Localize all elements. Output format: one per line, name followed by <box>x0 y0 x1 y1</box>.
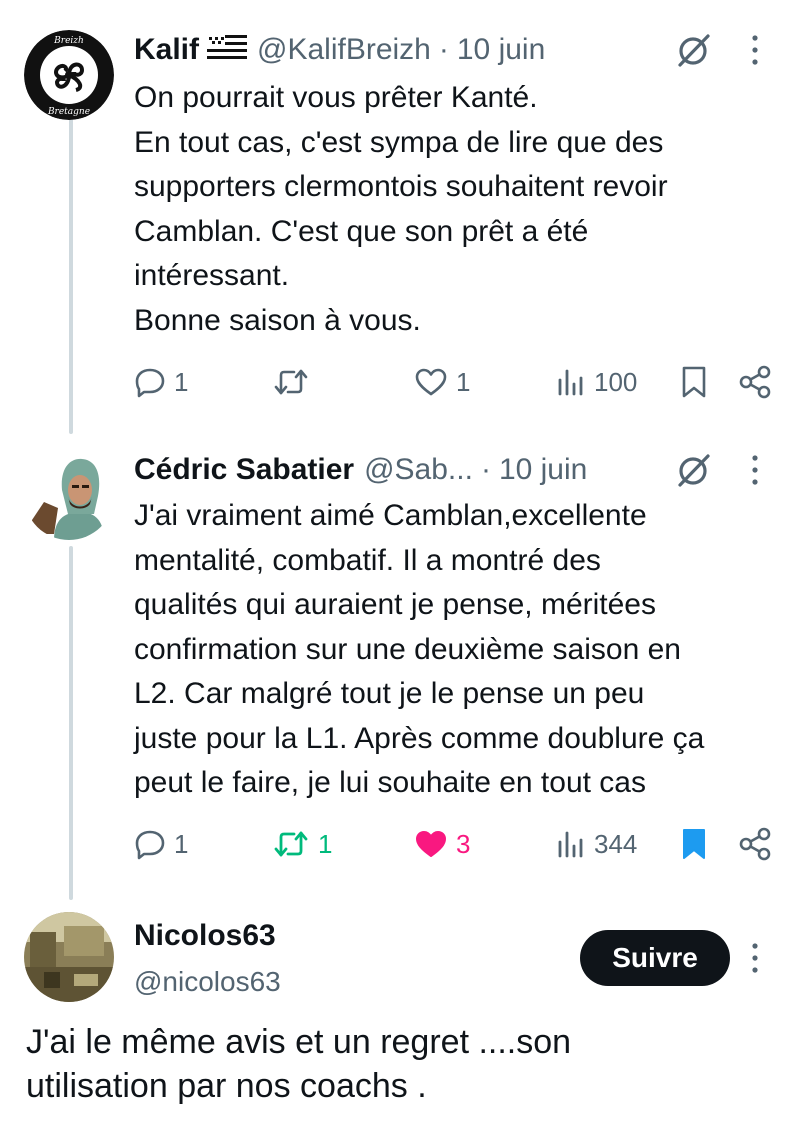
tweet-text-line: On pourrait vous prêter Kanté. <box>134 81 538 114</box>
header-separator: · <box>438 33 449 66</box>
tweet-text-line: mentalité, combatif. Il a montré des <box>134 543 601 577</box>
reply-count: 1 <box>174 828 189 859</box>
views-button[interactable]: 344 <box>556 824 637 864</box>
author-handle[interactable]: @KalifBreizh <box>257 30 431 70</box>
tweet-text-line: confirmation sur une deuxième saison en <box>134 632 681 666</box>
author-name[interactable]: Kalif <box>134 30 199 70</box>
reply-button[interactable]: 1 <box>134 824 188 864</box>
tweet-actions: 1 1 3 344 <box>0 824 800 864</box>
reply-button[interactable]: 1 <box>134 362 188 402</box>
tweet-text-line: intéressant. <box>134 259 290 292</box>
views-icon <box>558 369 583 396</box>
avatar[interactable] <box>24 912 114 1002</box>
tweet-text-line: qualités qui auraient je pense, méritées <box>134 588 656 621</box>
like-button[interactable]: 3 <box>414 824 470 864</box>
more-options-icon[interactable] <box>748 938 762 978</box>
tweet-text: J'ai vraiment aimé Camblan,excellente me… <box>134 494 774 806</box>
tweet-text-line: Camblan. C'est que son prêt a été <box>134 214 589 248</box>
author-handle[interactable]: @nicolos63 <box>134 962 281 1002</box>
views-button[interactable]: 100 <box>556 362 637 402</box>
retweet-count: 1 <box>318 828 333 859</box>
tweet-text-line: supporters clermontois souhaitent revoir <box>134 170 668 203</box>
share-icon <box>739 827 771 861</box>
like-button[interactable]: 1 <box>414 362 470 402</box>
tweet-header: Kalif @KalifBreizh · 10 juin <box>134 30 545 70</box>
thread-view: Breizh Bretagne Kalif @KalifBreizh · 10 … <box>0 0 800 1125</box>
avatar-bottom-text: Bretagne <box>47 107 90 117</box>
tweet-text-line: J'ai le même avis et un regret ....son <box>26 1023 572 1061</box>
tweet-text-line: En tout cas, c'est sympa de lire que des <box>134 125 664 159</box>
tweet-text: On pourrait vous prêter Kanté. En tout c… <box>134 76 774 343</box>
share-button[interactable] <box>738 362 772 402</box>
like-count: 1 <box>456 366 471 397</box>
tweet-text-line: J'ai vraiment aimé Camblan,excellente <box>134 499 647 532</box>
avatar[interactable]: Breizh Bretagne <box>24 30 114 120</box>
more-options-icon[interactable] <box>748 30 762 70</box>
author-name[interactable]: Cédric Sabatier <box>134 450 354 490</box>
share-button[interactable] <box>738 824 772 864</box>
grok-icon[interactable] <box>674 450 714 490</box>
tweet-date[interactable]: 10 juin <box>499 450 587 490</box>
tweet-date[interactable]: 10 juin <box>457 30 545 70</box>
views-count: 100 <box>594 366 638 397</box>
tweet-text-line: L2. Car malgré tout je le pense un peu <box>134 677 645 710</box>
more-options-icon[interactable] <box>748 450 762 490</box>
reply-count: 1 <box>174 366 189 397</box>
tweet-text-line: peut le faire, je lui souhaite en tout c… <box>134 766 646 799</box>
views-icon <box>558 831 583 858</box>
author-handle[interactable]: @Sab... <box>364 450 473 490</box>
breton-flag-icon <box>207 30 248 70</box>
avatar[interactable] <box>24 450 114 540</box>
tweet-text: J'ai le même avis et un regret ....son u… <box>26 1020 786 1108</box>
heart-filled-icon <box>416 831 446 857</box>
bookmark-button[interactable] <box>680 824 708 864</box>
views-count: 344 <box>594 828 638 859</box>
share-icon <box>739 365 771 399</box>
tweet-text-line: juste pour la L1. Après comme doublure ç… <box>134 721 705 755</box>
header-separator: · <box>480 453 491 486</box>
reply-icon <box>135 830 165 860</box>
retweet-button[interactable] <box>272 362 318 402</box>
bookmark-button[interactable] <box>680 362 708 402</box>
follow-button[interactable]: Suivre <box>580 930 730 986</box>
tweet-text-line: utilisation par nos coachs . <box>26 1067 427 1105</box>
tweet-text-line: Bonne saison à vous. <box>134 303 421 337</box>
bookmark-filled-icon <box>683 829 705 859</box>
retweet-button[interactable]: 1 <box>272 824 332 864</box>
grok-icon[interactable] <box>674 30 714 70</box>
retweet-icon <box>274 369 308 395</box>
avatar-top-text: Breizh <box>53 36 84 46</box>
reply-icon <box>135 368 165 398</box>
heart-icon <box>415 368 447 396</box>
author-name[interactable]: Nicolos63 <box>134 916 276 956</box>
tweet-actions: 1 1 100 <box>0 362 800 402</box>
tweet-header: Cédric Sabatier @Sab... · 10 juin <box>134 450 587 490</box>
like-count: 3 <box>456 828 471 859</box>
retweet-icon <box>274 831 308 857</box>
bookmark-icon <box>682 366 706 398</box>
